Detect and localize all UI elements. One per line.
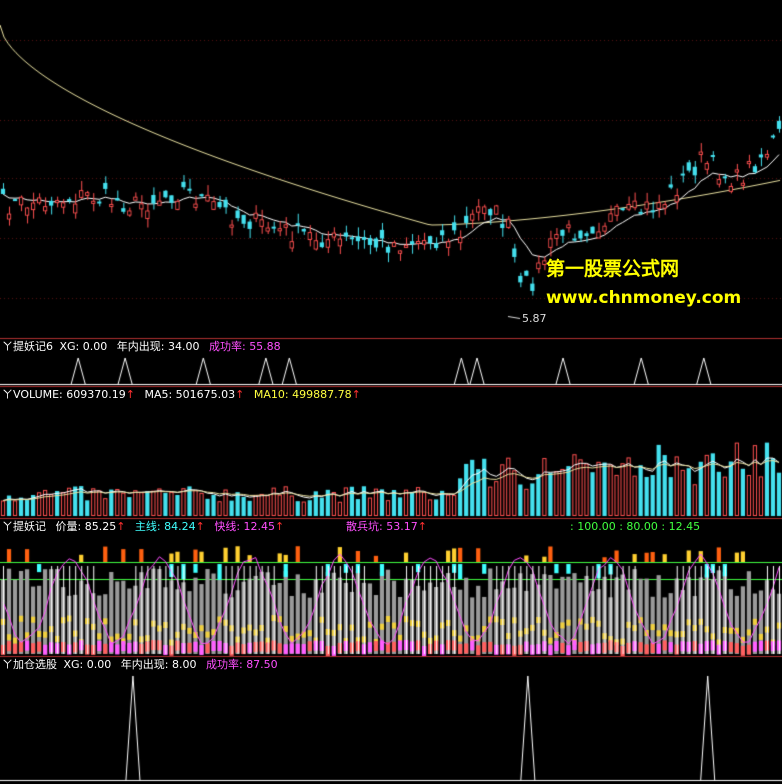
watermark-title: 第一股票公式网 <box>546 258 680 280</box>
panel3-title: ㄚ提妖记 <box>2 520 46 533</box>
panel4-appear: 年内出现: 8.00 <box>120 658 197 671</box>
panel4-xg: XG: 0.00 <box>63 658 112 671</box>
panel3-pit: 散兵坑: 53.17↑ <box>346 520 427 533</box>
watermark-url: www.chnmoney.com <box>546 288 742 308</box>
panel3-fast: 快线: 12.45 <box>214 520 276 533</box>
low-price-label: 5.87 <box>522 312 547 325</box>
panel1-title: ㄚ提妖记6 <box>2 340 53 353</box>
up-arrow-icon: ↑ <box>351 388 361 401</box>
up-arrow-icon: ↑ <box>235 388 245 401</box>
up-arrow-icon: ↑ <box>125 388 135 401</box>
panel4-title: ㄚ加仓选股 <box>2 658 57 671</box>
panel1-success-value: 55.88 <box>249 340 281 353</box>
panel3-pit-value: 散兵坑: 53.17 <box>346 520 418 533</box>
panel3-price: 价量: 85.25 <box>55 520 117 533</box>
panel3-header: ㄚ提妖记 价量: 85.25↑ 主线: 84.24↑ 快线: 12.45↑ <box>2 520 284 533</box>
panel4-success-value: 87.50 <box>246 658 278 671</box>
volume-value: ㄚVOLUME: 609370.19 <box>2 388 126 401</box>
up-arrow-icon: ↑ <box>116 520 126 533</box>
up-arrow-icon: ↑ <box>275 520 285 533</box>
volume-ma10: MA10: 499887.78 <box>253 388 352 401</box>
panel4-header: ㄚ加仓选股 XG: 0.00 年内出现: 8.00 成功率: 87.50 <box>2 658 278 671</box>
panel1-success-label: 成功率: <box>208 340 246 353</box>
volume-ma5: MA5: 501675.03 <box>144 388 236 401</box>
panel3-levels: : 100.00 : 80.00 : 12.45 <box>570 520 701 533</box>
panel4-success-label: 成功率: <box>205 658 243 671</box>
panel3-main: 主线: 84.24 <box>134 520 196 533</box>
panel1-appear: 年内出现: 34.00 <box>116 340 200 353</box>
up-arrow-icon: ↑ <box>195 520 205 533</box>
panel1-header: ㄚ提妖记6 XG: 0.00 年内出现: 34.00 成功率: 55.88 <box>2 340 281 353</box>
panel1-xg: XG: 0.00 <box>59 340 108 353</box>
panel2-header: ㄚVOLUME: 609370.19↑ MA5: 501675.03↑ MA10… <box>2 388 361 401</box>
up-arrow-icon: ↑ <box>417 520 427 533</box>
